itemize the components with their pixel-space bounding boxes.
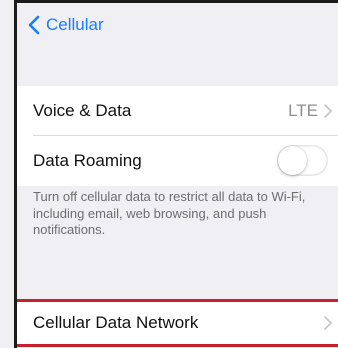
chevron-right-icon [324, 316, 332, 330]
cellular-data-network-group: Cellular Data Network [17, 299, 338, 347]
voice-data-label: Voice & Data [33, 101, 132, 120]
chevron-right-icon [324, 104, 332, 118]
chevron-left-icon [28, 15, 40, 35]
data-roaming-label: Data Roaming [33, 151, 142, 170]
data-roaming-toggle[interactable] [277, 145, 328, 176]
navigation-bar: Cellular [17, 0, 338, 40]
settings-group-voice-roaming: Voice & Data LTE Data Roaming [17, 86, 338, 186]
cellular-data-network-row[interactable]: Cellular Data Network [17, 302, 338, 344]
settings-screen: Cellular Voice & Data LTE Data Roaming T… [14, 0, 338, 348]
cellular-data-network-label: Cellular Data Network [33, 313, 199, 332]
voice-data-row[interactable]: Voice & Data LTE [17, 86, 338, 136]
toggle-knob [278, 146, 307, 175]
back-button[interactable]: Cellular [28, 12, 104, 38]
back-button-label: Cellular [46, 15, 104, 34]
data-roaming-row: Data Roaming [17, 136, 338, 186]
data-roaming-footer-text: Turn off cellular data to restrict all d… [33, 189, 306, 237]
voice-data-value: LTE [288, 101, 318, 120]
